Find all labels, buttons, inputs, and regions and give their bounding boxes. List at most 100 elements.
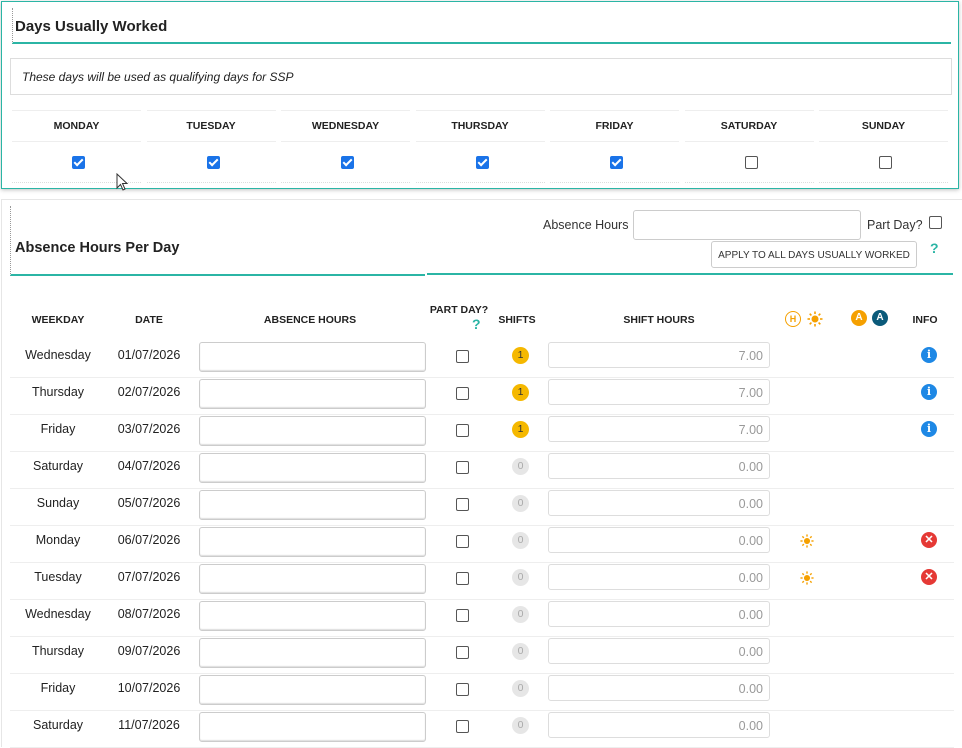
col-date: DATE [135, 314, 163, 326]
days-panel-header: Days Usually Worked [12, 8, 951, 44]
row-shift-count-badge: 0 [512, 532, 529, 549]
row-absence-hours-input[interactable] [199, 379, 426, 409]
row-part-day-checkbox[interactable] [456, 498, 469, 511]
days-panel-title: Days Usually Worked [15, 18, 168, 35]
row-weekday: Saturday [32, 718, 84, 732]
row-weekday: Tuesday [34, 570, 82, 584]
day-checkbox-friday[interactable] [610, 156, 623, 169]
absence-hours-input[interactable] [633, 210, 861, 240]
day-label: SUNDAY [819, 110, 948, 142]
row-absence-hours-input[interactable] [199, 490, 426, 520]
row-absence-hours-input[interactable] [199, 416, 426, 446]
part-day-checkbox[interactable] [929, 216, 942, 229]
col-info: INFO [912, 314, 938, 326]
row-shift-hours-field: 0.00 [548, 527, 770, 553]
row-part-day-checkbox[interactable] [456, 535, 469, 548]
day-column-friday: FRIDAY [548, 110, 681, 183]
row-shift-hours-field: 7.00 [548, 342, 770, 368]
row-part-day-checkbox[interactable] [456, 424, 469, 437]
day-label: TUESDAY [146, 110, 276, 142]
row-part-day-checkbox[interactable] [456, 683, 469, 696]
absence-badge-blue-icon: A [872, 310, 888, 326]
day-label: FRIDAY [550, 110, 679, 142]
day-label: MONDAY [12, 110, 141, 142]
day-column-saturday: SATURDAY [683, 110, 816, 183]
row-absence-hours-input[interactable] [199, 675, 426, 705]
table-row: Thursday 02/07/2026 1 7.00 i [10, 377, 954, 415]
row-shift-hours-field: 0.00 [548, 564, 770, 590]
row-part-day-checkbox[interactable] [456, 350, 469, 363]
error-icon[interactable]: ✕ [921, 532, 937, 548]
absence-hours-label: Absence Hours [543, 218, 629, 232]
help-icon[interactable]: ? [930, 240, 939, 256]
days-usually-worked-panel: Days Usually Worked These days will be u… [1, 1, 959, 189]
row-shift-count-badge: 1 [512, 347, 529, 364]
row-part-day-checkbox[interactable] [456, 720, 469, 733]
part-day-help-icon[interactable]: ? [472, 316, 481, 332]
holiday-badge-icon: H [785, 311, 801, 327]
day-checkbox-cell [684, 142, 814, 183]
col-shift-hours: SHIFT HOURS [623, 314, 695, 326]
day-checkbox-tuesday[interactable] [206, 156, 220, 169]
info-icon[interactable]: i [921, 347, 937, 363]
header-divider [427, 273, 953, 275]
day-checkbox-sunday[interactable] [879, 156, 892, 169]
row-shift-count-badge: 1 [512, 421, 529, 438]
row-shift-hours-field: 0.00 [548, 675, 770, 701]
row-part-day-checkbox[interactable] [456, 646, 469, 659]
absence-badge-orange-icon: A [851, 310, 867, 326]
day-column-wednesday: WEDNESDAY [279, 110, 412, 183]
row-shift-hours-field: 0.00 [548, 490, 770, 516]
sun-icon [800, 534, 814, 553]
row-shift-count-badge: 0 [512, 606, 529, 623]
col-shifts: SHIFTS [498, 314, 536, 326]
row-shift-hours-field: 7.00 [548, 416, 770, 442]
row-absence-hours-input[interactable] [199, 527, 426, 557]
row-absence-hours-input[interactable] [199, 712, 426, 742]
row-date: 02/07/2026 [117, 385, 181, 399]
row-date: 11/07/2026 [118, 718, 180, 732]
info-icon[interactable]: i [921, 421, 937, 437]
row-weekday: Wednesday [25, 348, 91, 362]
table-row: Saturday 04/07/2026 0 0.00 [10, 451, 954, 489]
row-absence-hours-input[interactable] [199, 638, 426, 668]
row-weekday: Monday [35, 533, 81, 547]
row-date: 04/07/2026 [117, 459, 181, 473]
row-weekday: Friday [40, 422, 76, 436]
row-shift-count-badge: 1 [512, 384, 529, 401]
row-part-day-checkbox[interactable] [456, 572, 469, 585]
row-shift-hours-field: 0.00 [548, 601, 770, 627]
day-checkbox-cell [819, 142, 948, 183]
absence-panel-title: Absence Hours Per Day [15, 240, 180, 256]
row-absence-hours-input[interactable] [199, 342, 426, 372]
row-part-day-checkbox[interactable] [456, 387, 469, 400]
row-part-day-checkbox[interactable] [456, 461, 469, 474]
table-row: Friday 10/07/2026 0 0.00 [10, 673, 954, 711]
day-label: SATURDAY [684, 110, 814, 142]
sun-icon [800, 571, 814, 590]
day-checkbox-cell [146, 142, 276, 183]
day-label: WEDNESDAY [281, 110, 410, 142]
row-absence-hours-input[interactable] [199, 564, 426, 594]
row-part-day-checkbox[interactable] [456, 609, 469, 622]
ssp-note: These days will be used as qualifying da… [10, 58, 952, 95]
row-date: 03/07/2026 [117, 422, 181, 436]
day-checkbox-thursday[interactable] [475, 156, 489, 169]
day-checkbox-cell [415, 142, 545, 183]
sun-icon [807, 311, 823, 327]
day-checkbox-monday[interactable] [72, 156, 85, 169]
error-icon[interactable]: ✕ [921, 569, 937, 585]
row-absence-hours-input[interactable] [199, 453, 426, 483]
day-checkbox-saturday[interactable] [744, 156, 758, 169]
day-checkbox-wednesday[interactable] [341, 156, 354, 169]
apply-to-all-days-button[interactable]: APPLY TO ALL DAYS USUALLY WORKED [711, 241, 917, 268]
table-row: Friday 03/07/2026 1 7.00 i [10, 414, 954, 452]
col-absence-hours: ABSENCE HOURS [263, 314, 357, 326]
col-part-day: PART DAY? [429, 304, 489, 316]
row-date: 01/07/2026 [117, 348, 181, 362]
row-shift-count-badge: 0 [512, 643, 529, 660]
row-absence-hours-input[interactable] [199, 601, 426, 631]
row-date: 05/07/2026 [117, 496, 181, 510]
info-icon[interactable]: i [921, 384, 937, 400]
row-shift-hours-field: 0.00 [548, 638, 770, 664]
